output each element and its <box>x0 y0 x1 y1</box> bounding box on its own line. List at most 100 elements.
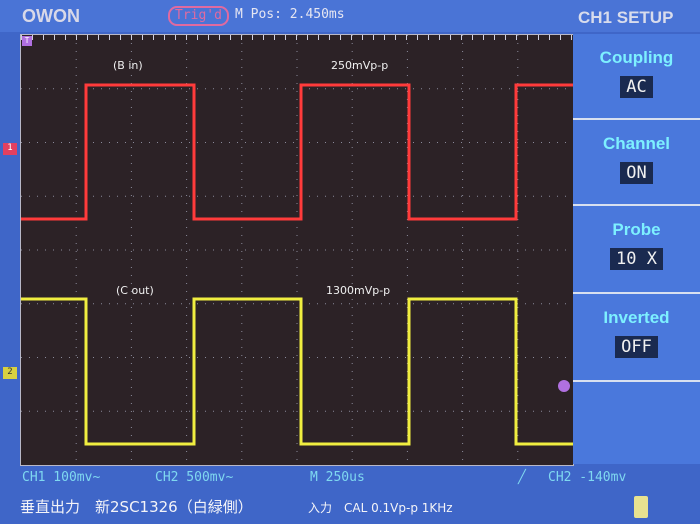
menu-probe[interactable]: Probe 10 X <box>573 206 700 294</box>
grid-dot <box>445 357 446 358</box>
grid-dot <box>333 249 334 251</box>
grid-dot <box>69 88 70 90</box>
grid-dot <box>541 249 542 251</box>
grid-dot <box>389 303 390 305</box>
grid-dot <box>351 331 353 332</box>
grid-dot <box>462 123 464 124</box>
grid-dot <box>565 303 566 305</box>
grid-dot <box>445 249 446 251</box>
grid-dot <box>241 131 243 132</box>
grid-dot <box>285 357 286 358</box>
grid-dot <box>69 142 70 143</box>
grid-dot <box>75 147 77 148</box>
grid-dot <box>293 142 294 143</box>
grid-dot <box>157 195 158 197</box>
grid-dot <box>333 88 334 90</box>
grid-dot <box>296 59 298 60</box>
grid-dot <box>75 235 77 236</box>
grid-dot <box>21 249 22 251</box>
grid-dot <box>241 59 243 60</box>
grid-dot <box>462 203 464 204</box>
grid-dot <box>477 303 478 305</box>
ch2-scale: CH2 500mv~ <box>155 470 234 485</box>
grid-dot <box>269 303 270 305</box>
grid-dot <box>485 303 486 305</box>
grid-dot <box>69 410 70 412</box>
grid-dot <box>75 267 77 268</box>
grid-dot <box>341 410 342 412</box>
grid-dot <box>533 195 534 197</box>
grid-dot <box>173 249 174 251</box>
grid-dot <box>351 451 353 452</box>
grid-dot <box>241 259 243 260</box>
grid-dot <box>462 267 464 268</box>
grid-dot <box>130 171 132 172</box>
grid-dot <box>333 195 334 197</box>
grid-dot <box>157 249 158 251</box>
trigger-position-marker[interactable]: T <box>22 36 32 46</box>
grid-dot <box>269 88 270 90</box>
trigger-level-marker[interactable] <box>558 380 570 392</box>
grid-dot <box>296 187 298 188</box>
grid-dot <box>397 410 398 412</box>
grid-dot <box>549 195 550 197</box>
grid-dot <box>317 303 318 305</box>
grid-dot <box>309 303 310 305</box>
grid-dot <box>397 142 398 143</box>
grid-dot <box>333 357 334 358</box>
tick-mark <box>43 35 44 40</box>
grid-dot <box>296 83 298 84</box>
menu-channel[interactable]: Channel ON <box>573 120 700 206</box>
grid-dot <box>241 75 243 76</box>
grid-dot <box>186 419 188 420</box>
ch1-marker[interactable]: 1 <box>3 143 17 155</box>
grid-dot <box>75 67 77 68</box>
grid-dot <box>45 357 46 358</box>
grid-dot <box>365 303 366 305</box>
grid-dot <box>130 459 132 460</box>
grid-dot <box>296 259 298 260</box>
grid-dot <box>133 88 134 90</box>
grid-dot <box>241 147 243 148</box>
grid-dot <box>365 88 366 90</box>
menu-inverted[interactable]: Inverted OFF <box>573 294 700 382</box>
grid-dot <box>221 357 222 358</box>
grid-dot <box>277 410 278 412</box>
grid-dot <box>453 410 454 412</box>
grid-dot <box>349 249 350 251</box>
grid-dot <box>333 410 334 412</box>
grid-dot <box>241 387 243 388</box>
grid-dot <box>229 195 230 197</box>
tick-mark <box>252 35 253 40</box>
grid-dot <box>75 443 77 444</box>
trigger-status: Trig'd <box>168 6 229 26</box>
grid-dot <box>485 410 486 412</box>
grid-dot <box>296 443 298 444</box>
ch2-marker[interactable]: 2 <box>3 367 17 379</box>
grid-dot <box>462 411 464 412</box>
grid-dot <box>130 227 132 228</box>
grid-dot <box>406 283 408 284</box>
grid-dot <box>221 142 222 143</box>
menu-coupling[interactable]: Coupling AC <box>573 34 700 120</box>
grid-dot <box>373 410 374 412</box>
grid-dot <box>165 357 166 358</box>
grid-dot <box>296 123 298 124</box>
grid-dot <box>462 155 464 156</box>
grid-dot <box>130 163 132 164</box>
grid-dot <box>37 195 38 197</box>
grid-dot <box>351 363 353 364</box>
grid-dot <box>406 251 408 252</box>
grid-dot <box>437 88 438 90</box>
grid-dot <box>53 410 54 412</box>
grid-dot <box>501 195 502 197</box>
grid-dot <box>381 195 382 197</box>
grid-dot <box>296 107 298 108</box>
grid-dot <box>309 195 310 197</box>
grid-dot <box>53 249 54 251</box>
tick-mark <box>32 35 33 40</box>
grid-dot <box>389 410 390 412</box>
grid-dot <box>351 315 353 316</box>
grid-dot <box>241 339 243 340</box>
grid-dot <box>462 35 464 36</box>
